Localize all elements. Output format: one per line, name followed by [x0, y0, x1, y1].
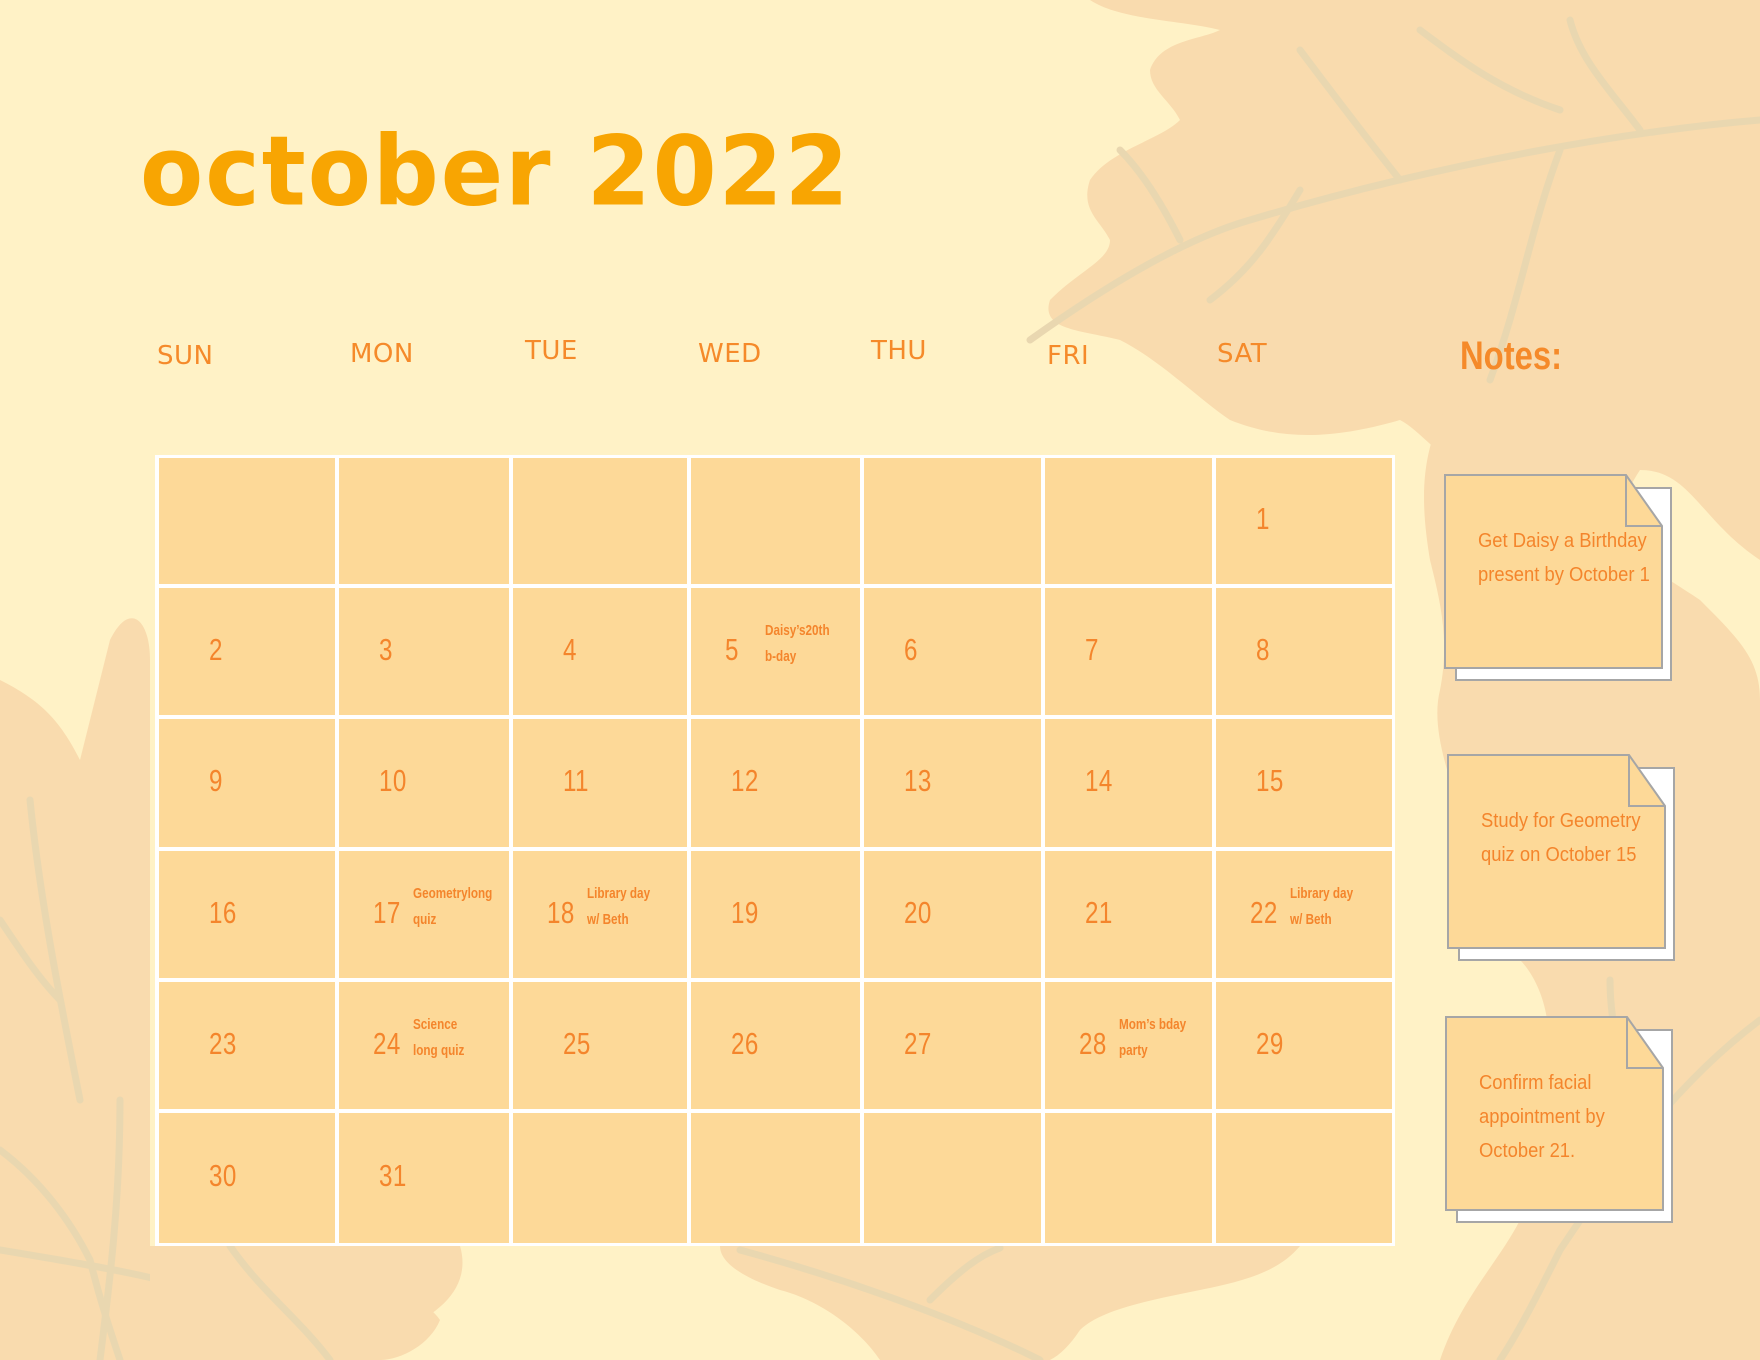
day-number: 12	[731, 763, 759, 798]
day-event: Science long quiz	[413, 1015, 465, 1059]
day-number: 29	[1256, 1025, 1284, 1061]
day-number: 6	[904, 631, 918, 667]
calendar-empty-cell	[159, 458, 335, 584]
day-number: 3	[379, 631, 393, 667]
day-number: 26	[731, 1025, 759, 1061]
day-event: Library day w/ Beth	[1290, 884, 1354, 928]
sticky-note[interactable]: Confirm facial appointment by October 21…	[1445, 1016, 1675, 1226]
calendar-title: october 2022	[140, 115, 851, 228]
day-number: 13	[904, 763, 932, 798]
day-event: Geometrylong quiz	[413, 884, 493, 928]
calendar-day-cell[interactable]: 1	[1216, 458, 1392, 584]
calendar-empty-cell	[513, 458, 687, 584]
calendar-day-cell[interactable]: 17 Geometrylong quiz	[339, 851, 509, 978]
calendar-day-cell[interactable]: 7	[1045, 588, 1212, 715]
weekday-mon: MON	[350, 339, 414, 369]
calendar-day-cell[interactable]: 18 Library day w/ Beth	[513, 851, 687, 978]
day-number: 11	[563, 763, 589, 798]
weekday-sat: SAT	[1217, 339, 1268, 369]
calendar-day-cell[interactable]: 31	[339, 1113, 509, 1243]
day-number: 20	[904, 894, 932, 930]
day-event: Library day w/ Beth	[587, 884, 651, 928]
calendar-empty-cell	[691, 458, 860, 584]
calendar-day-cell[interactable]: 21	[1045, 851, 1212, 978]
note-text: Study for Geometry quiz on October 15	[1481, 810, 1641, 866]
calendar-day-cell[interactable]: 12	[691, 719, 860, 847]
day-number: 21	[1085, 894, 1113, 930]
calendar-empty-cell	[691, 1113, 860, 1243]
day-number: 9	[209, 763, 223, 798]
day-number: 30	[209, 1158, 237, 1193]
calendar-empty-cell	[1216, 1113, 1392, 1243]
day-number: 31	[379, 1158, 407, 1193]
calendar-day-cell[interactable]: 15	[1216, 719, 1392, 847]
calendar-empty-cell	[1045, 458, 1212, 584]
calendar-grid: 1 2 3 4 5 Daisy’s20th b-day 6 7 8 9 10 11 12 13 14 15 16…	[155, 455, 1395, 1246]
calendar-empty-cell	[513, 1113, 687, 1243]
day-event: Daisy’s20th b-day	[765, 621, 830, 665]
day-number: 27	[904, 1025, 932, 1061]
day-number: 8	[1256, 631, 1270, 667]
notes-heading: Notes:	[1460, 334, 1563, 378]
calendar-day-cell[interactable]: 23	[159, 982, 335, 1109]
calendar-day-cell[interactable]: 30	[159, 1113, 335, 1243]
day-number: 19	[731, 894, 759, 930]
calendar-day-cell[interactable]: 28 Mom’s bday party	[1045, 982, 1212, 1109]
day-number: 25	[563, 1025, 591, 1061]
day-number: 28	[1079, 1025, 1107, 1061]
weekday-wed: WED	[698, 339, 762, 369]
day-number: 24	[373, 1025, 401, 1061]
day-number: 7	[1085, 631, 1099, 667]
note-text: Confirm facial appointment by October 21…	[1479, 1072, 1605, 1162]
day-number: 18	[547, 894, 575, 930]
day-number: 23	[209, 1025, 237, 1061]
sticky-note[interactable]: Get Daisy a Birthday present by October …	[1444, 474, 1674, 684]
weekday-thu: THU	[871, 336, 927, 366]
weekday-sun: SUN	[157, 341, 214, 371]
day-number: 4	[563, 631, 577, 667]
calendar-day-cell[interactable]: 8	[1216, 588, 1392, 715]
calendar-day-cell[interactable]: 11	[513, 719, 687, 847]
calendar-empty-cell	[1045, 1113, 1212, 1243]
calendar-day-cell[interactable]: 27	[864, 982, 1041, 1109]
calendar-empty-cell	[339, 458, 509, 584]
day-number: 16	[209, 894, 237, 930]
calendar-day-cell[interactable]: 25	[513, 982, 687, 1109]
day-number: 2	[209, 631, 223, 667]
calendar-day-cell[interactable]: 16	[159, 851, 335, 978]
day-number: 17	[373, 894, 401, 930]
calendar-day-cell[interactable]: 5 Daisy’s20th b-day	[691, 588, 860, 715]
weekday-fri: FRI	[1047, 341, 1090, 371]
calendar-day-cell[interactable]: 20	[864, 851, 1041, 978]
day-number: 5	[725, 631, 739, 667]
note-text: Get Daisy a Birthday present by October …	[1478, 530, 1650, 586]
calendar-day-cell[interactable]: 19	[691, 851, 860, 978]
leaf-bottom-center	[720, 1244, 1300, 1360]
day-event: Mom’s bday party	[1119, 1015, 1187, 1059]
calendar-day-cell[interactable]: 14	[1045, 719, 1212, 847]
calendar-empty-cell	[864, 458, 1041, 584]
calendar-day-cell[interactable]: 3	[339, 588, 509, 715]
calendar-empty-cell	[864, 1113, 1041, 1243]
day-number: 14	[1085, 763, 1113, 798]
calendar-day-cell[interactable]: 10	[339, 719, 509, 847]
calendar-day-cell[interactable]: 4	[513, 588, 687, 715]
calendar-day-cell[interactable]: 6	[864, 588, 1041, 715]
calendar-day-cell[interactable]: 24 Science long quiz	[339, 982, 509, 1109]
weekday-tue: TUE	[525, 336, 578, 366]
calendar-day-cell[interactable]: 29	[1216, 982, 1392, 1109]
calendar-day-cell[interactable]: 2	[159, 588, 335, 715]
day-number: 22	[1250, 894, 1278, 930]
day-number: 10	[379, 763, 407, 798]
day-number: 1	[1256, 501, 1270, 536]
day-number: 15	[1256, 763, 1284, 798]
calendar-day-cell[interactable]: 22 Library day w/ Beth	[1216, 851, 1392, 978]
calendar-day-cell[interactable]: 13	[864, 719, 1041, 847]
calendar-day-cell[interactable]: 26	[691, 982, 860, 1109]
sticky-note[interactable]: Study for Geometry quiz on October 15	[1447, 754, 1677, 964]
calendar-day-cell[interactable]: 9	[159, 719, 335, 847]
